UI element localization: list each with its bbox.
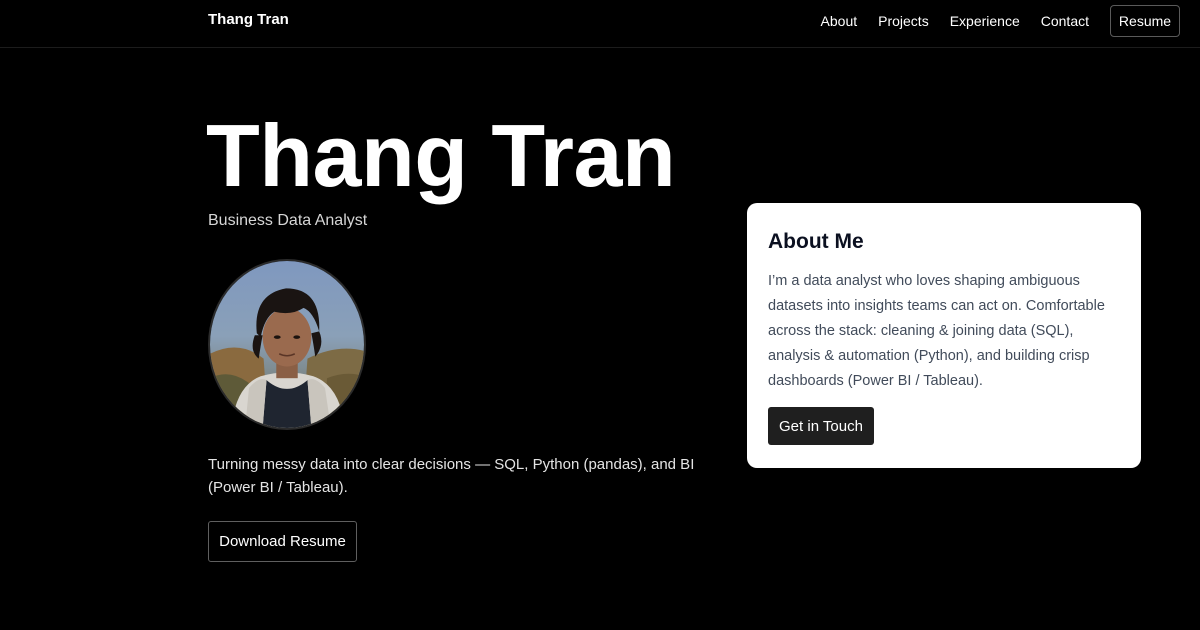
hero-tagline: Turning messy data into clear decisions … [208, 456, 695, 496]
top-navigation: Thang Tran About Projects Experience Con… [0, 0, 1200, 48]
resume-nav-button[interactable]: Resume [1110, 5, 1180, 37]
about-card: About Me I’m a data analyst who loves sh… [747, 203, 1141, 468]
brand-link[interactable]: Thang Tran [208, 11, 289, 28]
nav-link-about[interactable]: About [821, 6, 858, 36]
profile-photo-illustration [210, 261, 364, 428]
about-description: I’m a data analyst who loves shaping amb… [768, 273, 1105, 389]
nav-link-contact[interactable]: Contact [1041, 6, 1089, 36]
profile-photo [208, 259, 366, 430]
download-resume-button[interactable]: Download Resume [208, 521, 357, 562]
nav-links: About Projects Experience Contact Resume [821, 5, 1180, 37]
hero-name: Thang Tran [206, 106, 676, 205]
hero-role: Business Data Analyst [208, 212, 368, 229]
portfolio-page: Thang Tran About Projects Experience Con… [0, 0, 1200, 630]
nav-link-experience[interactable]: Experience [950, 6, 1020, 36]
nav-link-projects[interactable]: Projects [878, 6, 929, 36]
get-in-touch-button[interactable]: Get in Touch [768, 407, 874, 445]
about-title: About Me [768, 230, 864, 253]
